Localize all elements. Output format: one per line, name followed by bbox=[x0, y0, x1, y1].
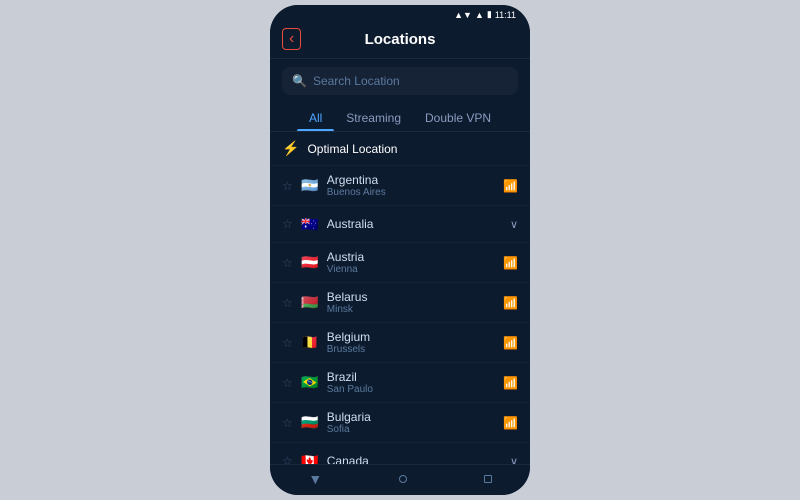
back-button[interactable]: ‹ bbox=[282, 28, 301, 50]
flag-icon: 🇧🇪 bbox=[299, 332, 321, 354]
country-name: Australia bbox=[327, 217, 504, 231]
star-icon[interactable]: ☆ bbox=[282, 416, 293, 430]
wifi-icon: ▲ bbox=[475, 10, 484, 20]
signal-bars-icon: 📶 bbox=[503, 376, 518, 390]
flag-icon: 🇦🇹 bbox=[299, 252, 321, 274]
signal-bars-icon: 📶 bbox=[503, 296, 518, 310]
star-icon[interactable]: ☆ bbox=[282, 454, 293, 464]
country-name: Belgium bbox=[327, 330, 497, 344]
header: ‹ Locations bbox=[270, 22, 530, 59]
star-icon[interactable]: ☆ bbox=[282, 376, 293, 390]
country-info: Brazil San Paulo bbox=[327, 370, 497, 395]
list-item[interactable]: ☆ 🇦🇺 Australia ∨ bbox=[270, 206, 530, 243]
list-item[interactable]: ☆ 🇦🇷 Argentina Buenos Aires 📶 bbox=[270, 166, 530, 206]
country-info: Belgium Brussels bbox=[327, 330, 497, 355]
signal-bars-icon: 📶 bbox=[503, 336, 518, 350]
city-name: San Paulo bbox=[327, 384, 497, 395]
country-info: Austria Vienna bbox=[327, 250, 497, 275]
tab-streaming[interactable]: Streaming bbox=[334, 107, 413, 131]
city-name: Minsk bbox=[327, 304, 497, 315]
signal-bars-icon: 📶 bbox=[503, 256, 518, 270]
signal-bars-icon: 📶 bbox=[503, 179, 518, 193]
list-item[interactable]: ☆ 🇨🇦 Canada ∨ bbox=[270, 443, 530, 464]
nav-back-button[interactable]: ▼ bbox=[308, 471, 322, 487]
search-bar[interactable]: 🔍 Search Location bbox=[282, 67, 518, 95]
search-placeholder: Search Location bbox=[313, 74, 400, 88]
flag-icon: 🇨🇦 bbox=[299, 450, 321, 464]
chevron-down-icon[interactable]: ∨ bbox=[510, 218, 518, 231]
star-icon[interactable]: ☆ bbox=[282, 296, 293, 310]
star-icon[interactable]: ☆ bbox=[282, 256, 293, 270]
list-item[interactable]: ☆ 🇧🇪 Belgium Brussels 📶 bbox=[270, 323, 530, 363]
tab-all[interactable]: All bbox=[297, 107, 334, 131]
list-item[interactable]: ☆ 🇧🇾 Belarus Minsk 📶 bbox=[270, 283, 530, 323]
battery-icon: ▮ bbox=[487, 9, 492, 20]
tab-doublevpn[interactable]: Double VPN bbox=[413, 107, 503, 131]
country-info: Australia bbox=[327, 217, 504, 231]
city-name: Sofia bbox=[327, 424, 497, 435]
optimal-icon: ⚡ bbox=[282, 140, 299, 157]
signal-strength-icon: ▲▼ bbox=[454, 10, 472, 20]
country-name: Argentina bbox=[327, 173, 497, 187]
optimal-label: Optimal Location bbox=[307, 142, 397, 156]
search-icon: 🔍 bbox=[292, 74, 307, 88]
list-item[interactable]: ☆ 🇧🇷 Brazil San Paulo 📶 bbox=[270, 363, 530, 403]
star-icon[interactable]: ☆ bbox=[282, 217, 293, 231]
status-icons: ▲▼ ▲ ▮ 11:11 bbox=[454, 9, 516, 20]
flag-icon: 🇧🇷 bbox=[299, 372, 321, 394]
country-info: Argentina Buenos Aires bbox=[327, 173, 497, 198]
location-rows-container: ☆ 🇦🇷 Argentina Buenos Aires 📶 ☆ 🇦🇺 Austr… bbox=[270, 166, 530, 464]
flag-icon: 🇦🇷 bbox=[299, 175, 321, 197]
country-info: Belarus Minsk bbox=[327, 290, 497, 315]
country-name: Belarus bbox=[327, 290, 497, 304]
flag-icon: 🇧🇬 bbox=[299, 412, 321, 434]
country-name: Canada bbox=[327, 454, 504, 464]
country-name: Bulgaria bbox=[327, 410, 497, 424]
status-bar: ▲▼ ▲ ▮ 11:11 bbox=[270, 5, 530, 22]
city-name: Buenos Aires bbox=[327, 187, 497, 198]
location-list: ⚡ Optimal Location ☆ 🇦🇷 Argentina Buenos… bbox=[270, 132, 530, 464]
page-title: Locations bbox=[365, 31, 436, 48]
flag-icon: 🇦🇺 bbox=[299, 213, 321, 235]
city-name: Vienna bbox=[327, 264, 497, 275]
country-name: Brazil bbox=[327, 370, 497, 384]
nav-home-button[interactable] bbox=[399, 475, 407, 483]
flag-icon: 🇧🇾 bbox=[299, 292, 321, 314]
nav-recent-button[interactable] bbox=[484, 475, 492, 483]
optimal-location-row[interactable]: ⚡ Optimal Location bbox=[270, 132, 530, 166]
country-info: Bulgaria Sofia bbox=[327, 410, 497, 435]
time-display: 11:11 bbox=[495, 10, 516, 20]
chevron-down-icon[interactable]: ∨ bbox=[510, 455, 518, 465]
signal-bars-icon: 📶 bbox=[503, 416, 518, 430]
star-icon[interactable]: ☆ bbox=[282, 179, 293, 193]
star-icon[interactable]: ☆ bbox=[282, 336, 293, 350]
list-item[interactable]: ☆ 🇦🇹 Austria Vienna 📶 bbox=[270, 243, 530, 283]
tabs-container: All Streaming Double VPN bbox=[270, 103, 530, 132]
city-name: Brussels bbox=[327, 344, 497, 355]
bottom-nav: ▼ bbox=[270, 464, 530, 495]
phone-container: ▲▼ ▲ ▮ 11:11 ‹ Locations 🔍 Search Locati… bbox=[270, 5, 530, 495]
country-name: Austria bbox=[327, 250, 497, 264]
country-info: Canada bbox=[327, 454, 504, 464]
list-item[interactable]: ☆ 🇧🇬 Bulgaria Sofia 📶 bbox=[270, 403, 530, 443]
